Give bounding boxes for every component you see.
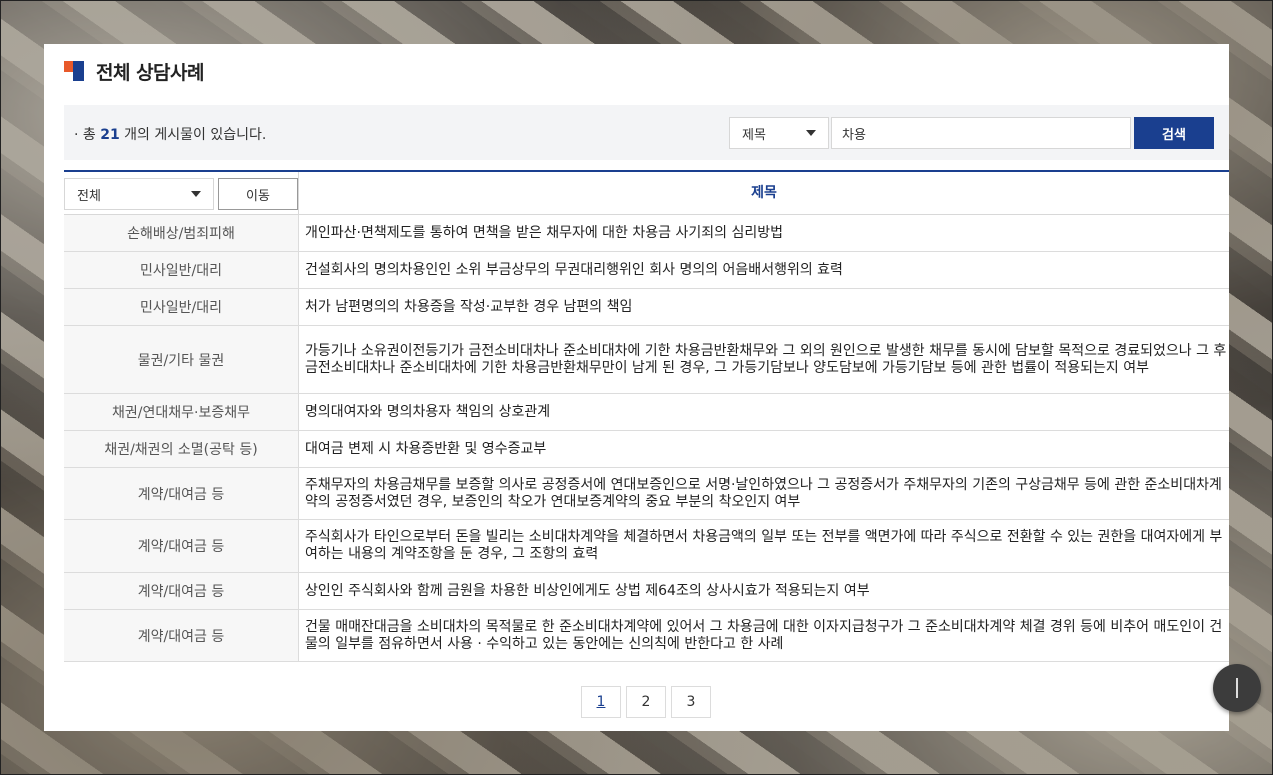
row-title-link[interactable]: 처가 남편명의의 차용증을 작성·교부한 경우 남편의 책임 xyxy=(299,289,1229,325)
column-header-title: 제목 xyxy=(751,185,777,201)
category-filter-select[interactable]: 전체 xyxy=(64,178,214,210)
case-table: 전체 이동 제목 손해배상/범죄피해 개인파산·면책제도를 통하여 면책을 받은… xyxy=(64,170,1229,662)
table-row[interactable]: 채권/연대채무·보증채무 명의대여자와 명의차용자 책임의 상호관계 xyxy=(64,394,1229,431)
page-button-3[interactable]: 3 xyxy=(671,686,711,718)
row-title-link[interactable]: 명의대여자와 명의차용자 책임의 상호관계 xyxy=(299,394,1229,430)
page-button-2[interactable]: 2 xyxy=(626,686,666,718)
search-field-select[interactable]: 제목 xyxy=(729,117,829,149)
post-count: · 총 21 개의 게시물이 있습니다. xyxy=(74,127,267,143)
page-title: 전체 상담사례 xyxy=(96,61,205,84)
row-title-link[interactable]: 개인파산·면책제도를 통하여 면책을 받은 채무자에 대한 차용금 사기죄의 심… xyxy=(299,215,1229,251)
search-button[interactable]: 검색 xyxy=(1134,117,1214,149)
row-category: 계약/대여금 등 xyxy=(64,468,299,519)
row-title-link[interactable]: 주채무자의 차용금채무를 보증할 의사로 공정증서에 연대보증인으로 서명·날인… xyxy=(299,468,1229,519)
row-category: 계약/대여금 등 xyxy=(64,520,299,572)
chevron-down-icon xyxy=(191,191,201,197)
row-category: 손해배상/범죄피해 xyxy=(64,215,299,251)
row-title-link[interactable]: 주식회사가 타인으로부터 돈을 빌리는 소비대차계약을 체결하면서 차용금액의 … xyxy=(299,520,1229,572)
table-row[interactable]: 계약/대여금 등 주채무자의 차용금채무를 보증할 의사로 공정증서에 연대보증… xyxy=(64,468,1229,520)
page-header: 전체 상담사례 xyxy=(64,59,205,84)
row-title-link[interactable]: 건설회사의 명의차용인인 소위 부금상무의 무권대리행위인 회사 명의의 어음배… xyxy=(299,252,1229,288)
row-category: 계약/대여금 등 xyxy=(64,610,299,661)
row-category: 채권/연대채무·보증채무 xyxy=(64,394,299,430)
table-row[interactable]: 계약/대여금 등 주식회사가 타인으로부터 돈을 빌리는 소비대차계약을 체결하… xyxy=(64,520,1229,573)
table-row[interactable]: 민사일반/대리 처가 남편명의의 차용증을 작성·교부한 경우 남편의 책임 xyxy=(64,289,1229,326)
row-title-link[interactable]: 상인인 주식회사와 함께 금원을 차용한 비상인에게도 상법 제64조의 상사시… xyxy=(299,573,1229,609)
table-row[interactable]: 민사일반/대리 건설회사의 명의차용인인 소위 부금상무의 무권대리행위인 회사… xyxy=(64,252,1229,289)
table-row[interactable]: 채권/채권의 소멸(공탁 등) 대여금 변제 시 차용증반환 및 영수증교부 xyxy=(64,431,1229,468)
search-input[interactable] xyxy=(831,117,1131,149)
move-button[interactable]: 이동 xyxy=(218,178,298,210)
row-title-link[interactable]: 건물 매매잔대금을 소비대차의 목적물로 한 준소비대차계약에 있어서 그 차용… xyxy=(299,610,1229,661)
row-category: 민사일반/대리 xyxy=(64,252,299,288)
row-category: 민사일반/대리 xyxy=(64,289,299,325)
table-row[interactable]: 손해배상/범죄피해 개인파산·면책제도를 통하여 면책을 받은 채무자에 대한 … xyxy=(64,215,1229,252)
consultation-panel: 전체 상담사례 · 총 21 개의 게시물이 있습니다. 제목 검색 전체 이동… xyxy=(44,44,1229,731)
search-bar: · 총 21 개의 게시물이 있습니다. 제목 검색 xyxy=(64,105,1229,160)
row-title-link[interactable]: 대여금 변제 시 차용증반환 및 영수증교부 xyxy=(299,431,1229,467)
row-category: 채권/채권의 소멸(공탁 등) xyxy=(64,431,299,467)
chevron-down-icon xyxy=(806,130,816,136)
table-row[interactable]: 물권/기타 물권 가등기나 소유권이전등기가 금전소비대차나 준소비대차에 기한… xyxy=(64,326,1229,394)
row-category: 물권/기타 물권 xyxy=(64,326,299,393)
table-header: 전체 이동 제목 xyxy=(64,172,1229,215)
row-category: 계약/대여금 등 xyxy=(64,573,299,609)
post-count-number: 21 xyxy=(100,127,120,143)
row-title-link[interactable]: 가등기나 소유권이전등기가 금전소비대차나 준소비대차에 기한 차용금반환채무와… xyxy=(299,326,1229,393)
title-marker-icon xyxy=(64,61,84,81)
table-row[interactable]: 계약/대여금 등 상인인 주식회사와 함께 금원을 차용한 비상인에게도 상법 … xyxy=(64,573,1229,610)
page-button-1[interactable]: 1 xyxy=(581,686,621,718)
scroll-top-button[interactable] xyxy=(1213,664,1261,712)
table-row[interactable]: 계약/대여금 등 건물 매매잔대금을 소비대차의 목적물로 한 준소비대차계약에… xyxy=(64,610,1229,662)
pagination: 1 2 3 xyxy=(581,686,716,718)
